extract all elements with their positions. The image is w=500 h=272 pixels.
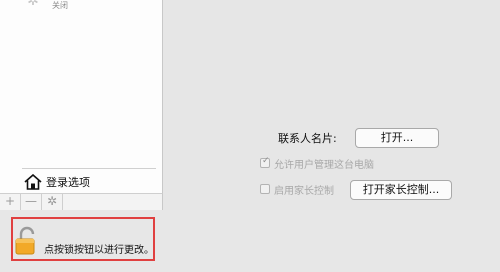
enable-parental-label: 启用家长控制 (274, 185, 334, 197)
contact-card-label: 联系人名片: (278, 132, 337, 145)
allow-admin-option[interactable]: ✓ 允许用户管理这台电脑 (260, 156, 374, 171)
login-options-item[interactable]: 登录选项 (24, 174, 90, 190)
home-icon (24, 174, 42, 190)
user-avatar-icon: ✲ (27, 0, 39, 9)
open-parental-controls-button[interactable]: 打开家长控制... (350, 180, 452, 200)
allow-admin-checkbox[interactable]: ✓ (260, 156, 270, 168)
enable-parental-option[interactable]: 启用家长控制 (260, 182, 334, 197)
enable-parental-checkbox[interactable] (260, 184, 270, 194)
user-settings-panel (163, 0, 500, 210)
login-options-label: 登录选项 (46, 176, 90, 189)
checkmark-icon: ✓ (262, 156, 270, 166)
remove-user-button[interactable]: — (21, 194, 42, 210)
allow-admin-label: 允许用户管理这台电脑 (274, 159, 374, 171)
add-user-button[interactable]: + (0, 194, 21, 210)
user-status-text: 关闭 (52, 1, 68, 10)
sidebar-toolbar: + — ✲ (0, 193, 163, 211)
sidebar-divider (22, 168, 156, 169)
lock-instruction-text[interactable]: 点按锁按钮以进行更改。 (44, 241, 154, 256)
users-sidebar: ✲ 关闭 登录选项 (0, 0, 163, 196)
settings-gear-button[interactable]: ✲ (42, 194, 63, 210)
open-contact-card-button[interactable]: 打开... (355, 128, 439, 148)
lock-icon[interactable] (14, 226, 40, 256)
